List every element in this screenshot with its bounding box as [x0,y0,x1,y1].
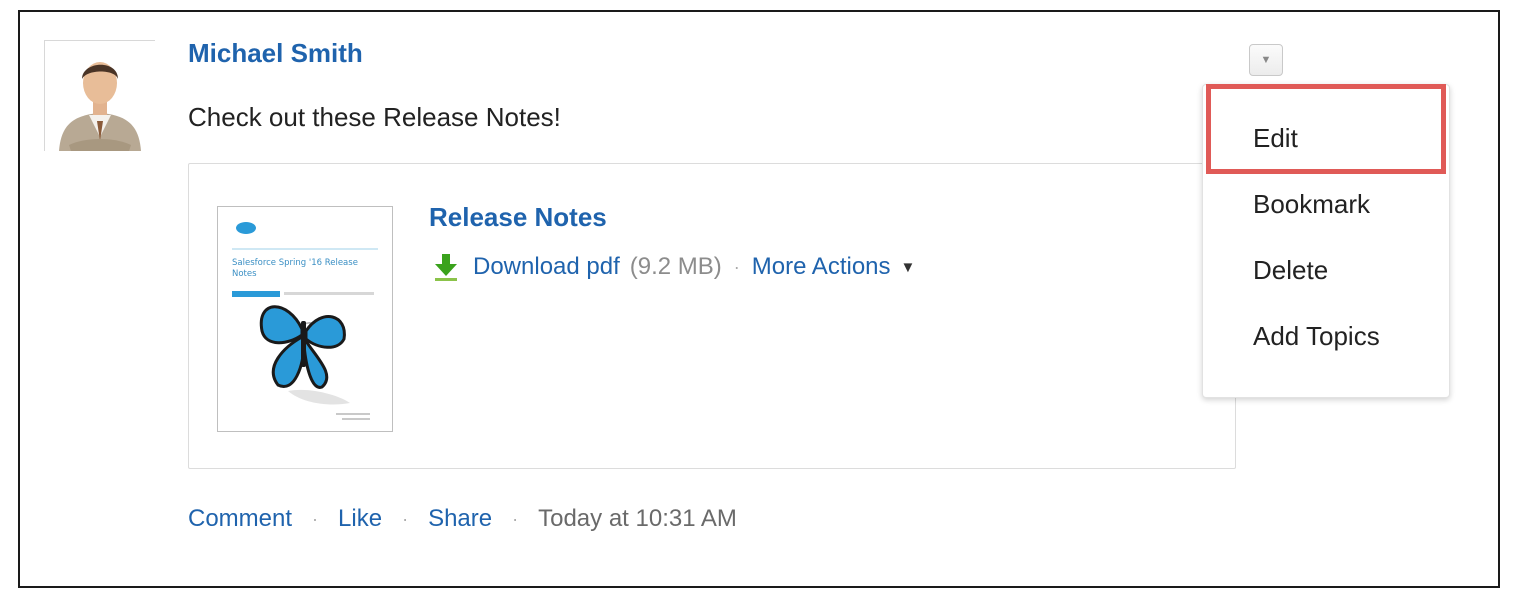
file-title-link[interactable]: Release Notes [429,202,607,233]
menu-item-add-topics[interactable]: Add Topics [1253,321,1380,352]
menu-item-bookmark[interactable]: Bookmark [1253,189,1370,220]
more-actions-link[interactable]: More Actions [752,253,891,281]
separator: · [512,508,519,529]
chevron-down-icon[interactable]: ▼ [901,259,916,276]
download-icon[interactable] [433,252,459,282]
user-photo [45,41,155,151]
file-size: (9.2 MB) [629,253,722,280]
cover-title-text: Salesforce Spring '16 Release [232,258,358,268]
file-actions-row: Download pdf (9.2 MB) · More Actions ▼ [433,252,915,282]
release-notes-cover: Salesforce Spring '16 Release Notes 16 [218,207,392,431]
file-attachment-card: Salesforce Spring '16 Release Notes 16 R… [188,163,1236,469]
post-text: Check out these Release Notes! [188,102,561,132]
download-pdf-link[interactable]: Download pdf [473,253,620,281]
share-link[interactable]: Share [428,505,492,533]
menu-item-delete[interactable]: Delete [1253,255,1328,286]
separator: · [733,256,740,277]
comment-link[interactable]: Comment [188,505,292,533]
like-link[interactable]: Like [338,505,382,533]
avatar[interactable] [44,40,155,151]
author-name-link[interactable]: Michael Smith [188,38,363,69]
file-thumbnail[interactable]: Salesforce Spring '16 Release Notes 16 [217,206,393,432]
svg-text:Notes: Notes [232,269,257,279]
post-timestamp: Today at 10:31 AM [538,505,737,532]
separator: · [312,508,319,529]
menu-item-edit[interactable]: Edit [1253,123,1298,154]
chevron-down-icon: ▼ [1260,54,1272,66]
separator: · [402,508,409,529]
post-actions-menu-button[interactable]: ▼ [1249,44,1283,76]
post-footer: Comment · Like · Share · Today at 10:31 … [188,505,737,533]
salesforce-logo-icon [236,222,256,234]
post-actions-dropdown: Edit Bookmark Delete Add Topics [1202,84,1450,398]
